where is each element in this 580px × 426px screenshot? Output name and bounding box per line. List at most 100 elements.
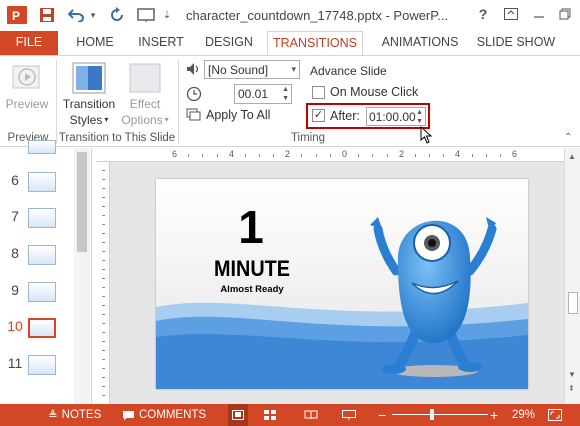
editor-scroll-thumb[interactable] [568,292,578,314]
ruler-tick [102,341,105,342]
slide-show-view-button[interactable] [342,404,356,426]
chevron-down-icon: ▾ [164,115,169,124]
chevron-down-icon: ▾ [104,115,109,124]
slide-editing-area: 6 4 2 0 2 4 6 1 MINUTE Almost Ready [96,148,564,404]
zoom-slider-thumb[interactable] [430,409,434,420]
zoom-out-button[interactable]: − [378,404,386,426]
thumbnails-scrollbar[interactable] [74,148,90,404]
tab-transitions[interactable]: TRANSITIONS [267,31,363,56]
effect-options-line1: Effect [129,97,161,111]
ruler-tick [102,179,105,180]
slide-thumbnail-active[interactable] [28,318,56,338]
countdown-unit: MINUTE [214,256,290,281]
ruler-tick [102,242,105,243]
slide-sorter-view-button[interactable] [264,404,276,426]
current-slide[interactable]: 1 MINUTE Almost Ready [156,179,528,389]
effect-options-icon[interactable] [128,62,162,94]
ruler-tick [102,278,105,279]
spinner-arrows-icon[interactable]: ▲ ▼ [416,108,423,126]
slide-thumbnail[interactable] [28,172,56,192]
tab-design[interactable]: DESIGN [198,31,260,55]
help-button[interactable]: ? [470,2,496,26]
after-time-value: 01:00.00 [369,109,416,124]
slide-thumbnail[interactable] [28,245,56,265]
ruler-tick [301,154,302,157]
tab-slide-show[interactable]: SLIDE SHOW [476,31,556,55]
after-label: After: [330,109,360,123]
on-mouse-click-checkbox[interactable] [312,86,325,99]
restore-icon[interactable] [552,2,578,26]
thumbnail-number: 11 [7,355,23,371]
ruler-tick [102,332,105,333]
slide-thumbnail[interactable] [28,282,56,302]
ruler-tick [486,154,487,157]
undo-dropdown-icon[interactable]: ▾ [88,4,98,26]
ruler-tick [102,197,105,198]
start-from-beginning-icon[interactable] [136,4,156,26]
zoom-slider-track[interactable] [392,414,488,415]
ruler-tick [316,154,317,157]
countdown-number: 1 [238,201,264,253]
ruler-tick [102,188,105,189]
repeat-icon[interactable] [108,4,126,26]
ribbon-display-options-icon[interactable] [498,2,524,26]
tab-home[interactable]: HOME [66,31,124,55]
preview-star-icon[interactable] [10,60,44,94]
ruler-tick [102,377,105,378]
customize-toolbar-icon[interactable]: ⇣ [160,4,174,26]
thumbnails-scroll-thumb[interactable] [77,152,87,252]
after-checkbox[interactable]: ✓ [312,109,325,122]
ruler-tick [102,170,105,171]
ruler-tick [217,154,218,157]
effect-options-button[interactable]: Effect Options ▾ [118,96,172,128]
undo-icon[interactable] [66,4,86,26]
sound-dropdown[interactable]: [No Sound] ▾ [204,60,300,79]
previous-slide-icon[interactable]: ⇞ [568,384,575,393]
slide-thumbnail[interactable] [28,208,56,228]
reading-view-button[interactable] [304,404,318,426]
duration-clock-icon [186,86,202,102]
slide-thumbnail[interactable] [28,355,56,375]
comments-icon [123,410,134,420]
minimize-icon[interactable] [526,2,552,26]
zoom-level[interactable]: 29% [512,404,535,426]
normal-view-icon [232,410,244,420]
transition-group-label: Transition to This Slide [58,132,176,144]
apply-to-all-button[interactable]: Apply To All [206,108,270,122]
ruler-tick [102,251,105,252]
preview-button[interactable]: Preview [4,96,50,112]
editor-vertical-scrollbar[interactable]: ▲ ▼ ⇞ [564,148,580,404]
tab-animations[interactable]: ANIMATIONS [372,31,468,55]
save-icon[interactable] [38,4,56,26]
ribbon-tabs: FILE HOME INSERT DESIGN TRANSITIONS ANIM… [0,31,580,56]
slide-sorter-icon [264,410,276,420]
horizontal-ruler: 6 4 2 0 2 4 6 [96,148,564,162]
notes-button[interactable]: ≜ NOTES [48,404,101,426]
tab-file[interactable]: FILE [0,31,58,55]
scroll-up-icon[interactable]: ▲ [568,152,576,161]
after-time-stepper[interactable]: 01:00.00 ▲ ▼ [366,107,426,126]
comments-button[interactable]: COMMENTS [122,404,206,426]
ruler-tick [102,395,105,396]
slide-thumbnail-partial[interactable] [28,140,56,154]
apply-to-all-icon [186,108,202,122]
tab-insert[interactable]: INSERT [130,31,192,55]
scroll-down-icon[interactable]: ▼ [568,370,576,379]
zoom-in-button[interactable]: + [490,404,498,426]
sound-value: [No Sound] [208,62,269,77]
transition-styles-button[interactable]: Transition Styles ▾ [58,96,120,128]
thumbnail-number: 9 [11,282,19,298]
spinner-arrows-icon[interactable]: ▲ ▼ [282,85,289,103]
fit-slide-button[interactable] [548,404,562,426]
collapse-ribbon-icon[interactable]: ⌃ [564,132,572,143]
transition-styles-icon[interactable] [72,62,106,94]
window-title: character_countdown_17748.pptx - PowerP.… [186,8,449,23]
normal-view-button[interactable] [228,404,248,426]
ruler-tick [102,233,105,234]
ruler-label: 6 [511,149,519,159]
effect-options-line2-row: Options ▾ [118,112,172,128]
duration-stepper[interactable]: 00.01 ▲ ▼ [234,84,292,104]
ruler-tick [358,154,359,157]
chevron-down-icon: ▾ [291,64,296,74]
ruler-tick [102,314,105,315]
